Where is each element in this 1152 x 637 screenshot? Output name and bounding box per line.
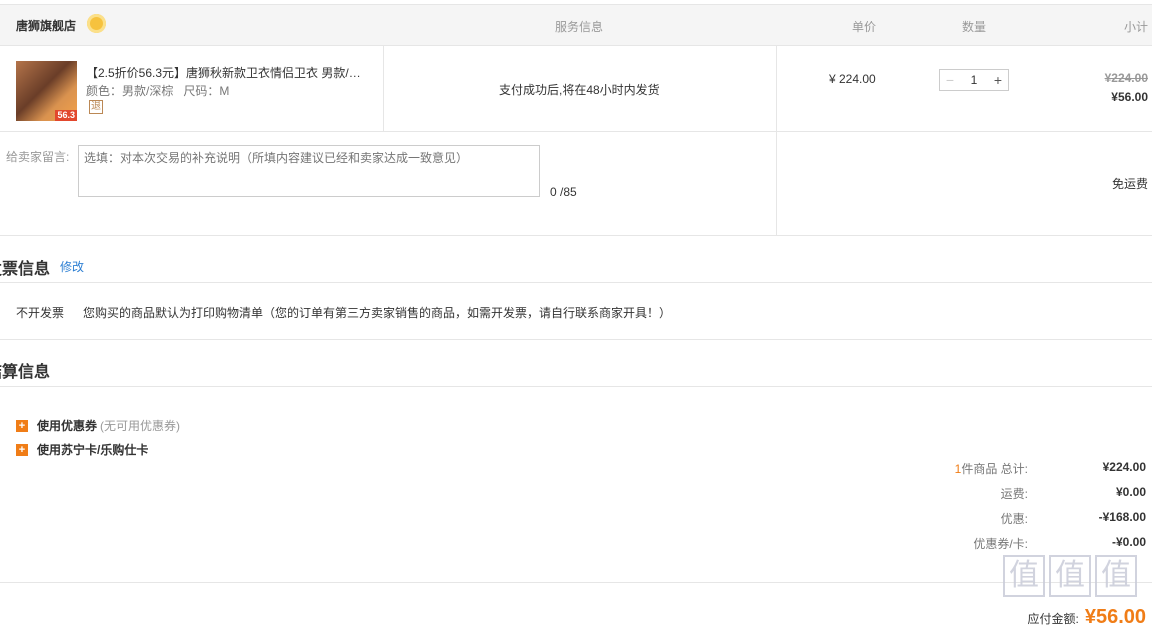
quantity-decrease-button[interactable]: − (940, 70, 960, 90)
thumbnail-price-tag: 56.3 (55, 110, 77, 121)
invoice-description: 您购买的商品默认为打印购物清单（您的订单有第三方卖家销售的商品，如需开发票，请自… (83, 306, 672, 320)
divider (0, 339, 1152, 340)
product-attributes: 颜色：男款/深棕 尺码：M (86, 82, 229, 99)
subtotal: ¥56.00 (1111, 90, 1148, 104)
items-total-value: ¥224.00 (1102, 460, 1146, 474)
service-info: 支付成功后,将在48小时内发货 (499, 83, 660, 97)
col-subtotal: 小计 (1123, 20, 1148, 34)
product-thumbnail[interactable]: 56.3 (16, 61, 77, 121)
col-service: 服务信息 (555, 20, 604, 34)
divider (0, 386, 1152, 387)
quantity-stepper: − 1 + (939, 69, 1009, 91)
unit-price: ¥ 224.00 (829, 72, 876, 86)
use-card-option[interactable]: + 使用苏宁卡/乐购仕卡 (16, 441, 148, 458)
invoice-type: 不开发票 (16, 306, 65, 320)
shipping-value: ¥0.00 (1115, 485, 1146, 499)
payable-value: ¥56.00 (1084, 606, 1146, 628)
divider (0, 282, 1152, 283)
summary-discount: 优惠: -¥168.00 (900, 510, 1146, 528)
payable-label: 应付金额: (1027, 612, 1079, 626)
summary-coupon-card: 优惠券/卡: -¥0.00 (900, 535, 1146, 553)
discount-label: 优惠: (1000, 512, 1028, 526)
shop-badge-icon (87, 14, 106, 33)
divider (0, 582, 1152, 583)
coupon-note: (无可用优惠券) (100, 419, 181, 433)
watermark-glyph: 值 (1003, 555, 1045, 597)
coupon-label: 使用优惠券 (37, 419, 98, 433)
use-coupon-option[interactable]: + 使用优惠券 (无可用优惠券) (16, 417, 180, 434)
product-size: 尺码：M (183, 84, 230, 98)
quantity-input[interactable]: 1 (960, 70, 988, 90)
watermark-glyph: 值 (1049, 555, 1091, 597)
invoice-edit-link[interactable]: 修改 (60, 258, 84, 275)
col-qty: 数量 (962, 20, 987, 34)
seller-message-input[interactable] (78, 145, 540, 197)
expand-plus-icon: + (16, 443, 28, 456)
items-label: 件商品 总计: (961, 462, 1028, 476)
summary-label: 1件商品 总计: (955, 460, 1028, 477)
invoice-section-title: 发票信息 (0, 261, 51, 278)
product-row: 56.3 【2.5折价56.3元】唐狮秋新款卫衣情侣卫衣 男款/女款 颜色：男款… (0, 46, 1152, 236)
coupon-card-value: -¥0.00 (1111, 535, 1146, 549)
original-subtotal: ¥224.00 (1104, 71, 1148, 85)
settlement-section-title: 结算信息 (0, 364, 51, 381)
quantity-increase-button[interactable]: + (988, 70, 1008, 90)
order-table-header: 唐狮旗舰店 服务信息 单价 数量 小计 (0, 4, 1152, 46)
message-char-counter: 0 /85 (550, 185, 577, 199)
coupon-card-label: 优惠券/卡: (973, 537, 1028, 551)
summary-items-total: 1件商品 总计: ¥224.00 (900, 460, 1146, 478)
shop-name[interactable]: 唐狮旗舰店 (16, 17, 76, 34)
card-label: 使用苏宁卡/乐购仕卡 (37, 443, 149, 457)
message-label: 给卖家留言: (6, 150, 70, 164)
shipping-status: 免运费 (1111, 177, 1148, 191)
product-color: 颜色：男款/深棕 (86, 84, 174, 98)
return-badge-icon: 退 (89, 100, 103, 114)
discount-value: -¥168.00 (1098, 510, 1146, 524)
seller-message-row: 给卖家留言: 0 /85 免运费 (0, 132, 1152, 236)
watermark-logo: 值 值 值 (1003, 555, 1137, 597)
product-title-link[interactable]: 【2.5折价56.3元】唐狮秋新款卫衣情侣卫衣 男款/女款 (86, 64, 366, 81)
col-price: 单价 (852, 20, 877, 34)
summary-shipping: 运费: ¥0.00 (900, 485, 1146, 503)
watermark-glyph: 值 (1095, 555, 1137, 597)
shipping-label: 运费: (1000, 487, 1028, 501)
payable-total: 应付金额: ¥56.00 (1027, 606, 1146, 629)
expand-plus-icon: + (16, 419, 28, 432)
column-divider (383, 46, 384, 132)
